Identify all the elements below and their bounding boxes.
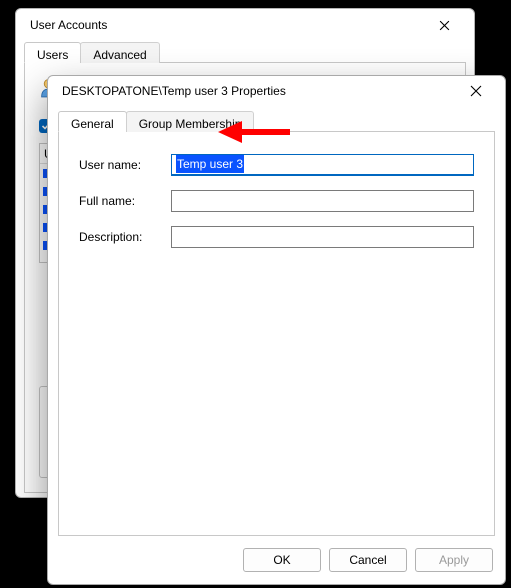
description-row: Description: — [79, 226, 474, 248]
tab-users[interactable]: Users — [24, 42, 81, 63]
close-icon — [439, 20, 450, 31]
tab-general[interactable]: General — [58, 111, 127, 132]
username-label: User name: — [79, 158, 171, 172]
description-input[interactable] — [171, 226, 474, 248]
dialog-title: DESKTOPATONE\Temp user 3 Properties — [62, 84, 453, 98]
close-icon — [470, 85, 482, 97]
apply-button[interactable]: Apply — [415, 548, 493, 572]
titlebar: DESKTOPATONE\Temp user 3 Properties — [48, 76, 505, 106]
close-button[interactable] — [422, 11, 466, 39]
titlebar: User Accounts — [16, 9, 474, 41]
tab-advanced[interactable]: Advanced — [80, 42, 159, 63]
close-button[interactable] — [453, 77, 499, 105]
button-bar: OK Cancel Apply — [48, 536, 505, 584]
window-title: User Accounts — [30, 18, 422, 32]
fullname-input[interactable] — [171, 190, 474, 212]
username-input[interactable]: Temp user 3 — [171, 154, 474, 176]
tab-group-membership[interactable]: Group Membership — [126, 111, 255, 132]
cancel-button[interactable]: Cancel — [329, 548, 407, 572]
general-panel: User name: Temp user 3 Full name: Descri… — [58, 132, 495, 536]
description-label: Description: — [79, 230, 171, 244]
tabs: General Group Membership — [58, 110, 495, 132]
fullname-row: Full name: — [79, 190, 474, 212]
username-value: Temp user 3 — [176, 155, 244, 173]
username-row: User name: Temp user 3 — [79, 154, 474, 176]
user-properties-dialog: DESKTOPATONE\Temp user 3 Properties Gene… — [47, 75, 506, 585]
ok-button[interactable]: OK — [243, 548, 321, 572]
tabs: Users Advanced — [24, 41, 466, 63]
fullname-label: Full name: — [79, 194, 171, 208]
